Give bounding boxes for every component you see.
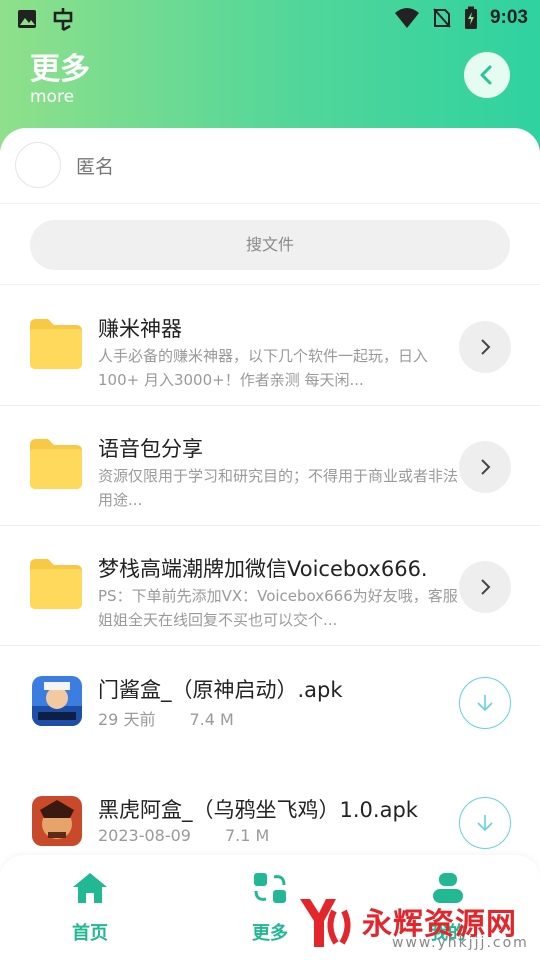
avatar[interactable] [15, 142, 61, 188]
folder-item[interactable]: 赚米神器 人手必备的赚米神器，以下几个软件一起玩，日入100+ 月入3000+！… [0, 286, 540, 406]
file-name: 黑虎阿盒_（乌鸦坐飞鸡）1.0.apk [98, 798, 418, 822]
refresh-grid-icon [254, 873, 286, 903]
watermark-url: www.yhkjjj.com [392, 935, 529, 951]
chevron-right-icon [481, 459, 491, 475]
file-date: 29 天前 [98, 710, 156, 729]
file-meta: 2023-08-09 7.1 M [98, 826, 303, 845]
bug-icon [53, 8, 73, 32]
wifi-icon [394, 8, 419, 28]
folder-title: 语音包分享 [98, 437, 203, 461]
download-button[interactable] [459, 677, 511, 729]
open-folder-button[interactable] [459, 321, 511, 373]
folder-title: 赚米神器 [98, 317, 182, 341]
file-date: 2023-08-09 [98, 826, 191, 845]
battery-charging-icon [464, 6, 477, 29]
folder-icon [30, 559, 82, 609]
open-folder-button[interactable] [459, 441, 511, 493]
watermark: 永辉资源网 www.yhkjjj.com [296, 895, 540, 960]
open-folder-button[interactable] [459, 561, 511, 613]
folder-title: 梦栈高端潮牌加微信Voicebox666. [98, 557, 428, 581]
search-input[interactable]: 搜文件 [30, 220, 510, 270]
chevron-right-icon [481, 339, 491, 355]
home-icon [73, 873, 107, 903]
user-row[interactable]: 匿名 [0, 128, 540, 204]
username: 匿名 [76, 156, 115, 178]
genshin-app-icon [32, 676, 82, 726]
folder-item[interactable]: 梦栈高端潮牌加微信Voicebox666. PS：下单前先添加VX：Voiceb… [0, 526, 540, 646]
page-title: 更多 [30, 52, 90, 87]
download-icon [477, 695, 493, 712]
folder-item[interactable]: 语音包分享 资源仅限用于学习和研究目的；不得用于商业或者非法用途... [0, 406, 540, 526]
folder-description: 资源仅限用于学习和研究目的；不得用于商业或者非法用途... [98, 467, 459, 509]
page-subtitle: more [30, 87, 75, 107]
file-item[interactable]: 门酱盒_（原神启动）.apk 29 天前 7.4 M [0, 646, 540, 766]
tab-home-label: 首页 [72, 923, 108, 944]
chevron-right-icon [481, 579, 491, 595]
folder-description: PS：下单前先添加VX：Voicebox666为好友哦，客服姐姐全天在线回复不买… [98, 587, 458, 629]
file-size: 7.1 M [224, 826, 270, 845]
file-name: 门酱盒_（原神启动）.apk [98, 678, 343, 702]
file-meta: 29 天前 7.4 M [98, 706, 268, 730]
watermark-logo-icon [300, 899, 351, 947]
warrior-app-icon [32, 796, 82, 846]
status-time: 9:03 [489, 7, 528, 28]
back-button[interactable] [464, 52, 510, 98]
folder-icon [30, 319, 82, 369]
no-sim-icon [433, 8, 451, 28]
download-icon [477, 815, 493, 832]
search-section: 搜文件 [0, 205, 540, 285]
file-size: 7.4 M [189, 710, 234, 729]
chevron-left-icon [480, 65, 492, 85]
folder-description: 人手必备的赚米神器，以下几个软件一起玩，日入100+ 月入3000+！作者亲测 … [98, 347, 429, 389]
download-button[interactable] [459, 797, 511, 849]
folder-icon [30, 439, 82, 489]
image-icon [18, 10, 36, 28]
tab-home[interactable]: 首页 [45, 871, 135, 945]
status-bar: 9:03 [0, 0, 540, 36]
